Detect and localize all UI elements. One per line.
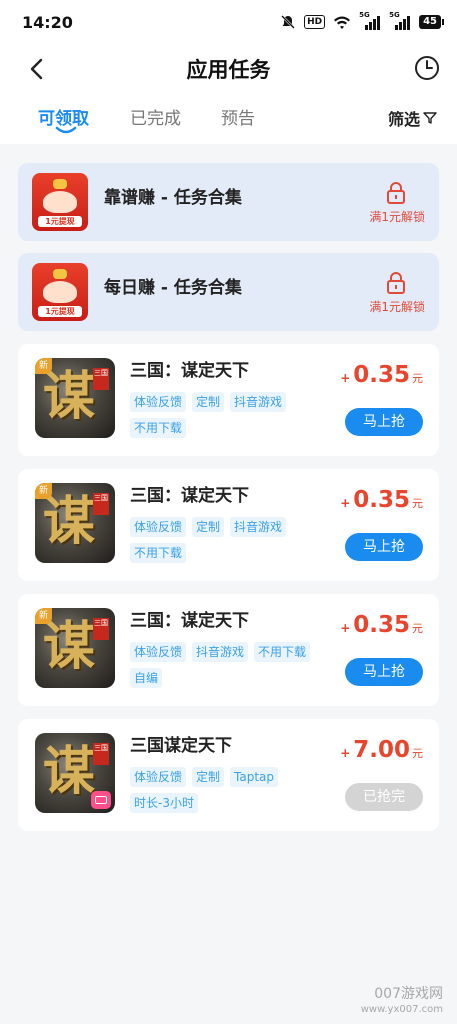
hd-icon: HD	[304, 15, 326, 29]
task-tag: 体验反馈	[130, 392, 187, 412]
reward-amount: +7.00 元	[340, 737, 423, 763]
task-card[interactable]: 谋 三国 新 三国：谋定天下 体验反馈 抖音游戏 不用下载 自编 +0.35 元 …	[18, 594, 439, 706]
grab-task-button[interactable]: 马上抢	[345, 408, 423, 436]
game-icon: 谋 三国 新	[35, 483, 115, 563]
task-tag: 抖音游戏	[230, 392, 287, 412]
locked-task-title: 靠谱赚 - 任务合集	[104, 188, 242, 208]
task-tag: 定制	[192, 767, 225, 787]
task-title: 三国：谋定天下	[130, 486, 249, 506]
task-tag: 不用下载	[130, 543, 187, 563]
tab-active-indicator	[55, 126, 77, 134]
game-icon: 谋 三国 新	[35, 608, 115, 688]
reward-amount: +0.35 元	[340, 362, 423, 388]
locked-task-card[interactable]: 1元提现 靠谱赚 - 任务合集 满1元解锁	[18, 163, 439, 241]
task-tag: 抖音游戏	[192, 642, 249, 662]
task-tag: Taptap	[230, 767, 279, 787]
status-bar: 14:20 HD 5G 5G 45	[0, 0, 457, 46]
status-icons: HD 5G 5G 45	[280, 11, 444, 30]
lock-icon	[387, 272, 405, 294]
task-tag: 体验反馈	[130, 767, 187, 787]
bilibili-icon	[91, 791, 111, 809]
task-tags: 体验反馈 定制 抖音游戏 不用下载	[130, 392, 330, 438]
locked-task-title: 每日赚 - 任务合集	[104, 278, 242, 298]
task-title: 三国：谋定天下	[130, 361, 249, 381]
new-badge: 新	[35, 358, 53, 374]
task-card[interactable]: 谋 三国 新 三国：谋定天下 体验反馈 定制 抖音游戏 不用下载 +0.35 元 …	[18, 469, 439, 581]
battery-icon: 45	[419, 15, 444, 29]
page-title: 应用任务	[186, 58, 271, 82]
new-badge: 新	[35, 483, 53, 499]
filter-button[interactable]: 筛选	[388, 106, 437, 130]
task-card[interactable]: 谋 三国 三国谋定天下 体验反馈 定制 Taptap 时长-3小时 +7.00 元…	[18, 719, 439, 831]
task-collection-icon: 1元提现	[32, 263, 88, 321]
nav-bar: 应用任务	[0, 46, 457, 92]
reward-amount: +0.35 元	[340, 487, 423, 513]
lock-icon	[387, 182, 405, 204]
game-icon: 谋 三国 新	[35, 358, 115, 438]
task-tag: 不用下载	[254, 642, 311, 662]
task-collection-icon: 1元提现	[32, 173, 88, 231]
task-title: 三国谋定天下	[130, 736, 232, 756]
task-tag: 不用下载	[130, 418, 187, 438]
task-tag: 体验反馈	[130, 642, 187, 662]
task-tags: 体验反馈 定制 抖音游戏 不用下载	[130, 517, 330, 563]
task-card[interactable]: 谋 三国 新 三国：谋定天下 体验反馈 定制 抖音游戏 不用下载 +0.35 元 …	[18, 344, 439, 456]
unlock-condition: 满1元解锁	[369, 300, 425, 314]
task-tag: 时长-3小时	[130, 793, 198, 813]
reward-amount: +0.35 元	[340, 612, 423, 638]
signal-icon-2: 5G	[389, 11, 411, 30]
filter-icon	[423, 112, 437, 124]
task-tag: 自编	[130, 668, 163, 688]
unlock-condition: 满1元解锁	[369, 210, 425, 224]
sold-out-button: 已抢完	[345, 783, 423, 811]
task-tag: 体验反馈	[130, 517, 187, 537]
filter-label: 筛选	[387, 110, 420, 129]
task-title: 三国：谋定天下	[130, 611, 249, 631]
watermark: 007游戏网 www.yx007.com	[360, 986, 443, 1015]
tab-preview[interactable]: 预告	[221, 104, 255, 129]
grab-task-button[interactable]: 马上抢	[345, 533, 423, 561]
task-tags: 体验反馈 定制 Taptap 时长-3小时	[130, 767, 330, 813]
task-tags: 体验反馈 抖音游戏 不用下载 自编	[130, 642, 330, 688]
tab-bar: 可领取 已完成 预告 筛选	[0, 92, 457, 144]
signal-icon-1: 5G	[359, 11, 381, 30]
wifi-icon	[334, 16, 351, 29]
task-tag: 定制	[192, 517, 225, 537]
task-tag: 定制	[192, 392, 225, 412]
locked-task-card[interactable]: 1元提现 每日赚 - 任务合集 满1元解锁	[18, 253, 439, 331]
game-icon: 谋 三国	[35, 733, 115, 813]
clock-history-icon[interactable]	[413, 54, 441, 82]
mute-bell-icon	[281, 15, 295, 29]
new-badge: 新	[35, 608, 53, 624]
grab-task-button[interactable]: 马上抢	[345, 658, 423, 686]
status-time: 14:20	[22, 13, 73, 32]
task-tag: 抖音游戏	[230, 517, 287, 537]
tab-completed[interactable]: 已完成	[130, 104, 181, 129]
